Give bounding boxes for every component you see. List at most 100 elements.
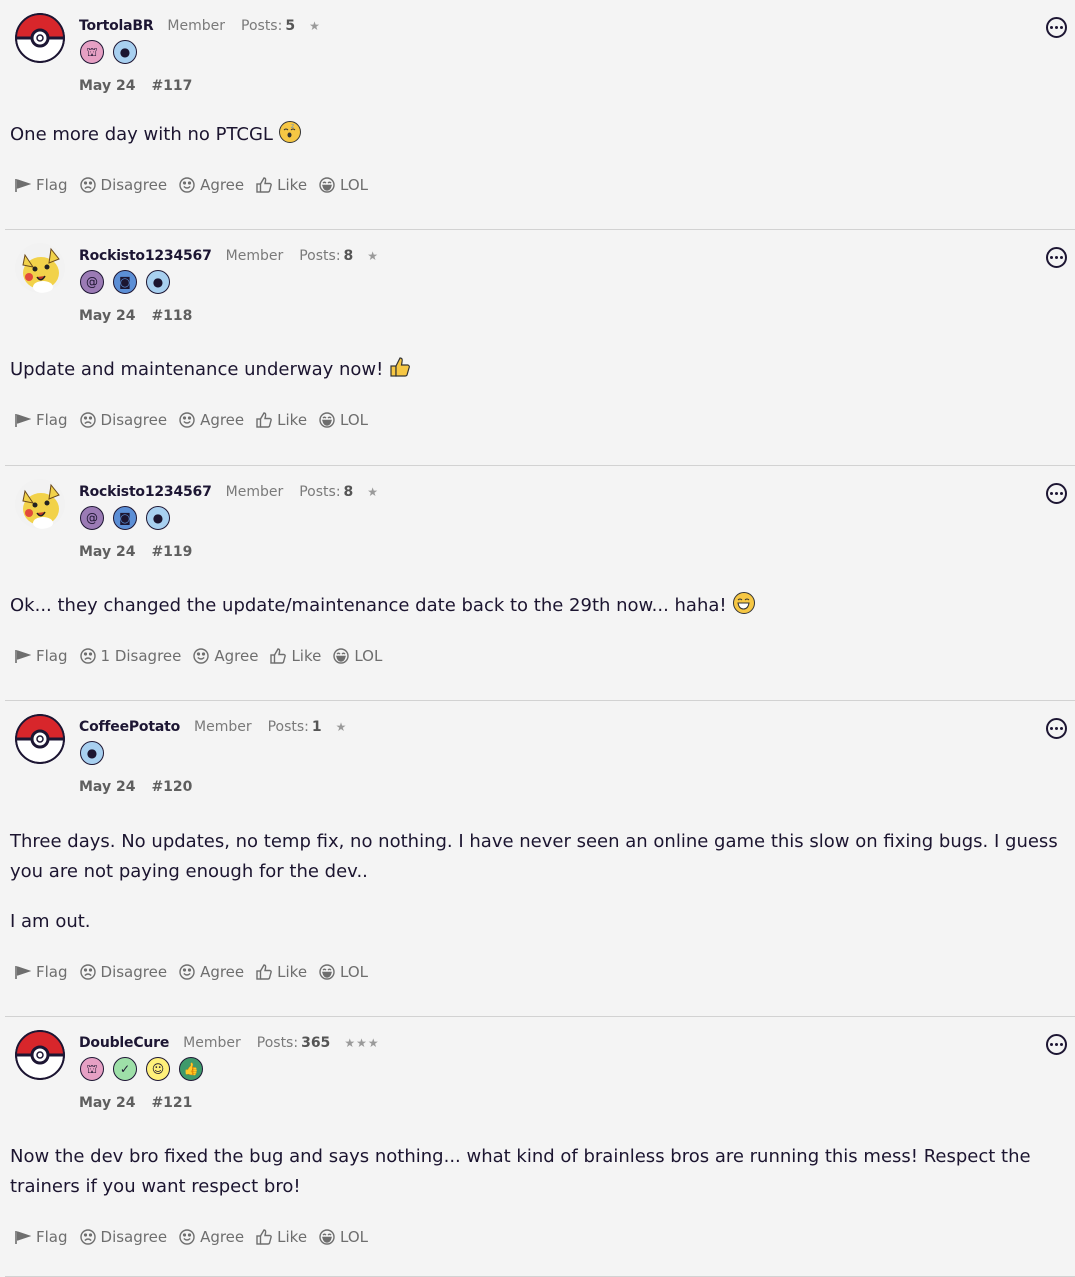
username[interactable]: Rockisto1234567: [79, 484, 212, 500]
flag-button[interactable]: Flag: [14, 176, 68, 194]
camera-badge-icon[interactable]: ◙: [113, 270, 137, 294]
flag-button[interactable]: Flag: [14, 1228, 68, 1246]
badges: ⛫ ✓ ☺ 👍: [80, 1057, 203, 1081]
username[interactable]: CoffeePotato: [79, 719, 180, 735]
badges: @ ◙ ●: [80, 506, 170, 530]
like-button[interactable]: Like: [256, 176, 307, 194]
lol-button[interactable]: LOL: [333, 647, 382, 665]
disagree-button[interactable]: Disagree: [79, 963, 167, 981]
post-options-button[interactable]: [1046, 718, 1067, 739]
post-date[interactable]: May 24: [79, 544, 135, 560]
posts-label: Posts:: [256, 1035, 299, 1051]
contact-badge-icon[interactable]: @: [80, 270, 104, 294]
lol-label: LOL: [340, 176, 369, 194]
agree-button[interactable]: Agree: [179, 176, 244, 194]
post-meta: TortolaBR Member Posts: 5 ★: [79, 18, 321, 34]
posts-label: Posts:: [241, 18, 283, 34]
post-options-button[interactable]: [1046, 247, 1067, 268]
disagree-button[interactable]: 1 Disagree: [79, 647, 182, 665]
avatar[interactable]: [15, 13, 65, 63]
disagree-icon: [79, 177, 101, 193]
post-date[interactable]: May 24: [79, 1095, 135, 1111]
flag-label: Flag: [36, 411, 68, 429]
avatar[interactable]: [15, 243, 65, 293]
agree-label: Agree: [200, 1228, 245, 1246]
flag-label: Flag: [36, 176, 68, 194]
disagree-label: Disagree: [100, 411, 168, 429]
check-badge-icon[interactable]: ✓: [113, 1057, 137, 1081]
agree-icon: [179, 177, 200, 193]
flag-button[interactable]: Flag: [14, 647, 68, 665]
post-number[interactable]: #119: [151, 544, 192, 560]
chat-badge-icon[interactable]: ●: [146, 270, 170, 294]
post-date[interactable]: May 24: [79, 779, 135, 795]
cake-badge-icon[interactable]: ⛫: [80, 1057, 104, 1081]
disagree-button[interactable]: Disagree: [79, 1228, 167, 1246]
lol-button[interactable]: LOL: [319, 963, 368, 981]
disagree-icon: [79, 1229, 101, 1245]
agree-label: Agree: [200, 963, 245, 981]
lol-button[interactable]: LOL: [319, 1228, 368, 1246]
post-date-row: May 24 #121: [79, 1095, 192, 1111]
post-number[interactable]: #118: [151, 308, 192, 324]
post-date-row: May 24 #119: [79, 544, 192, 560]
disagree-button[interactable]: Disagree: [79, 176, 168, 194]
rank-stars: ★: [367, 485, 380, 499]
lol-button[interactable]: LOL: [319, 411, 368, 429]
agree-button[interactable]: Agree: [193, 647, 258, 665]
badges: ⛫ ●: [80, 40, 137, 64]
post-paragraph: Three days. No updates, no temp fix, no …: [10, 831, 1058, 882]
like-button[interactable]: Like: [270, 647, 321, 665]
post-options-button[interactable]: [1046, 17, 1067, 38]
agree-button[interactable]: Agree: [179, 411, 244, 429]
flag-icon: [14, 413, 36, 428]
thumbs-up-emoji-icon: [389, 356, 411, 388]
disagree-button[interactable]: Disagree: [79, 411, 168, 429]
post-number[interactable]: #120: [151, 779, 192, 795]
lol-icon: [333, 648, 354, 664]
post-meta: Rockisto1234567 Member Posts: 8 ★: [79, 248, 379, 264]
cake-badge-icon[interactable]: ⛫: [80, 40, 104, 64]
like-button[interactable]: Like: [256, 411, 307, 429]
chat-badge-icon[interactable]: ●: [80, 741, 104, 765]
post-options-button[interactable]: [1046, 1034, 1067, 1055]
post-date[interactable]: May 24: [79, 78, 135, 94]
post-date[interactable]: May 24: [79, 308, 135, 324]
flag-icon: [14, 1230, 36, 1245]
flag-button[interactable]: Flag: [14, 963, 68, 981]
username[interactable]: DoubleCure: [79, 1035, 169, 1051]
flag-button[interactable]: Flag: [14, 411, 68, 429]
like-button[interactable]: Like: [256, 1228, 307, 1246]
chat-badge-icon[interactable]: ●: [113, 40, 137, 64]
like-button[interactable]: Like: [256, 963, 307, 981]
smile-badge-icon[interactable]: ☺: [146, 1057, 170, 1081]
contact-badge-icon[interactable]: @: [80, 506, 104, 530]
agree-icon: [179, 1229, 200, 1245]
post-meta: CoffeePotato Member Posts: 1 ★: [79, 719, 347, 735]
lol-button[interactable]: LOL: [319, 176, 368, 194]
agree-button[interactable]: Agree: [179, 963, 244, 981]
like-badge-icon[interactable]: 👍: [179, 1057, 203, 1081]
user-role: Member: [225, 484, 284, 500]
disagree-label: 1 Disagree: [100, 647, 182, 665]
username[interactable]: TortolaBR: [79, 18, 154, 34]
camera-badge-icon[interactable]: ◙: [113, 506, 137, 530]
flag-label: Flag: [36, 647, 68, 665]
post-number[interactable]: #121: [151, 1095, 192, 1111]
grin-emoji-icon: [732, 592, 755, 614]
post-options-button[interactable]: [1046, 483, 1067, 504]
avatar[interactable]: [15, 714, 65, 764]
post-number[interactable]: #117: [151, 78, 192, 94]
disagree-label: Disagree: [100, 176, 168, 194]
post-meta: DoubleCure Member Posts: 365 ★★★: [79, 1035, 380, 1051]
agree-label: Agree: [200, 411, 245, 429]
svg-text:z: z: [291, 123, 294, 130]
chat-badge-icon[interactable]: ●: [146, 506, 170, 530]
post-paragraph: Now the dev bro fixed the bug and says n…: [10, 1146, 1031, 1197]
post-date-row: May 24 #120: [79, 779, 192, 795]
avatar[interactable]: [15, 1030, 65, 1080]
rank-stars: ★: [309, 19, 321, 33]
avatar[interactable]: [15, 479, 65, 529]
agree-button[interactable]: Agree: [179, 1228, 244, 1246]
username[interactable]: Rockisto1234567: [79, 248, 212, 264]
